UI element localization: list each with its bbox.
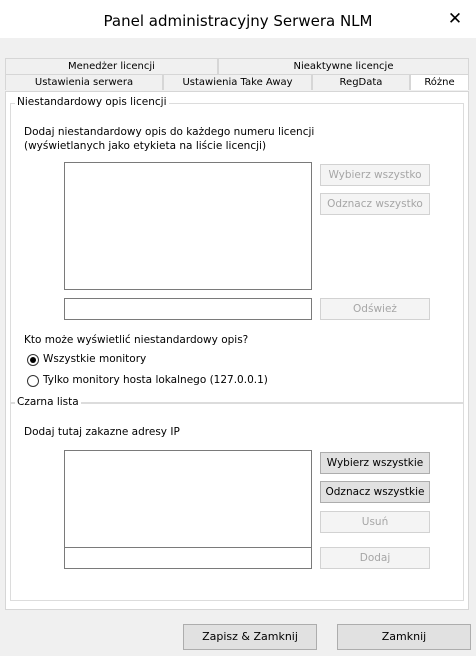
blacklist-select-all-button[interactable]: Wybierz wszystkie xyxy=(320,452,430,474)
title-bar: Panel administracyjny Serwera NLM ✕ xyxy=(0,0,476,38)
tab-row-top: Menedżer licencji Nieaktywne licencje xyxy=(5,58,469,74)
visibility-question: Kto może wyświetlić niestandardowy opis? xyxy=(24,334,249,346)
tab-row-bottom: Ustawienia serwera Ustawienia Take Away … xyxy=(5,74,469,90)
custom-description-help-line-2: (wyświetlanych jako etykieta na liście l… xyxy=(24,140,267,152)
custom-description-group: Niestandardowy opis licencji Dodaj niest… xyxy=(10,96,464,403)
save-and-close-button[interactable]: Zapisz & Zamknij xyxy=(183,624,317,650)
select-all-button[interactable]: Wybierz wszystko xyxy=(320,164,430,186)
tab-regdata[interactable]: RegData xyxy=(312,74,410,90)
blacklist-ip-input[interactable] xyxy=(64,547,312,569)
blacklist-add-button[interactable]: Dodaj xyxy=(320,547,430,569)
radio-all-monitors[interactable] xyxy=(27,354,39,366)
custom-description-help-line-1: Dodaj niestandardowy opis do każdego num… xyxy=(24,126,315,138)
tab-license-manager[interactable]: Menedżer licencji xyxy=(5,58,218,74)
deselect-all-button[interactable]: Odznacz wszystko xyxy=(320,193,430,215)
radio-local-monitors-label[interactable]: Tylko monitory hosta lokalnego (127.0.0.… xyxy=(43,374,268,386)
tab-inactive-licenses[interactable]: Nieaktywne licencje xyxy=(218,58,469,74)
window-title: Panel administracyjny Serwera NLM xyxy=(103,12,373,30)
blacklist-group: Czarna lista Dodaj tutaj zakazne adresy … xyxy=(10,396,464,601)
radio-all-monitors-label[interactable]: Wszystkie monitory xyxy=(43,353,146,365)
blacklist-legend: Czarna lista xyxy=(15,396,81,408)
tab-server-settings[interactable]: Ustawienia serwera xyxy=(5,74,163,90)
custom-description-list[interactable] xyxy=(64,162,312,290)
custom-description-input[interactable] xyxy=(64,298,312,320)
custom-description-legend: Niestandardowy opis licencji xyxy=(15,96,169,108)
tab-panel: Niestandardowy opis licencji Dodaj niest… xyxy=(5,91,469,610)
tab-misc[interactable]: Różne xyxy=(410,74,469,90)
blacklist-deselect-all-button[interactable]: Odznacz wszystkie xyxy=(320,481,430,503)
blacklist-remove-button[interactable]: Usuń xyxy=(320,511,430,533)
tab-take-away-settings[interactable]: Ustawienia Take Away xyxy=(163,74,312,90)
blacklist-help: Dodaj tutaj zakazne adresy IP xyxy=(24,426,180,438)
close-button[interactable]: Zamknij xyxy=(337,624,471,650)
close-icon[interactable]: ✕ xyxy=(444,8,466,30)
radio-local-monitors[interactable] xyxy=(27,375,39,387)
refresh-button[interactable]: Odśwież xyxy=(320,298,430,320)
